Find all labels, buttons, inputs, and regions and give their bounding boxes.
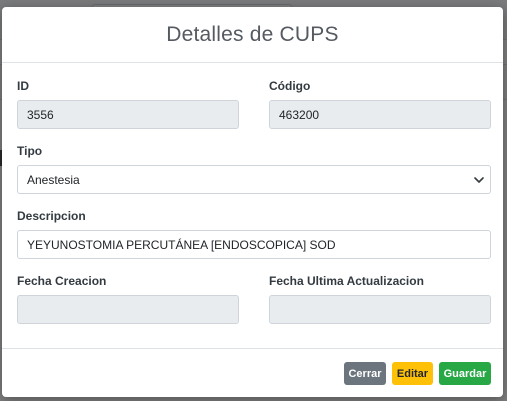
modal-header: Detalles de CUPS — [2, 7, 503, 63]
id-value: 3556 — [27, 107, 54, 122]
id-field[interactable]: 3556 — [17, 100, 239, 129]
fecha-creacion-label: Fecha Creacion — [17, 274, 107, 288]
cups-details-modal: Detalles de CUPS ID 3556 Código 463200 T… — [2, 7, 503, 397]
tipo-select[interactable]: Anestesia — [17, 165, 491, 194]
fecha-creacion-field[interactable] — [17, 295, 239, 324]
chevron-down-icon — [474, 177, 484, 183]
modal-title: Detalles de CUPS — [166, 22, 339, 46]
descripcion-label: Descripcion — [17, 209, 86, 223]
codigo-value: 463200 — [279, 107, 320, 122]
codigo-field[interactable]: 463200 — [269, 100, 491, 129]
descripcion-value: YEYUNOSTOMIA PERCUTÁNEA [ENDOSCOPICA] SO… — [27, 237, 336, 252]
id-label: ID — [17, 79, 29, 93]
descripcion-input[interactable]: YEYUNOSTOMIA PERCUTÁNEA [ENDOSCOPICA] SO… — [17, 230, 491, 259]
fecha-ultima-actualizacion-label: Fecha Ultima Actualizacion — [269, 274, 424, 288]
editar-button[interactable]: Editar — [392, 362, 433, 385]
fecha-ultima-actualizacion-field[interactable] — [269, 295, 491, 324]
cerrar-button[interactable]: Cerrar — [344, 362, 386, 385]
modal-footer: Cerrar Editar Guardar — [2, 348, 503, 397]
codigo-label: Código — [269, 79, 311, 93]
tipo-selected-value: Anestesia — [27, 172, 80, 187]
guardar-button[interactable]: Guardar — [439, 362, 491, 385]
tipo-label: Tipo — [17, 144, 43, 158]
